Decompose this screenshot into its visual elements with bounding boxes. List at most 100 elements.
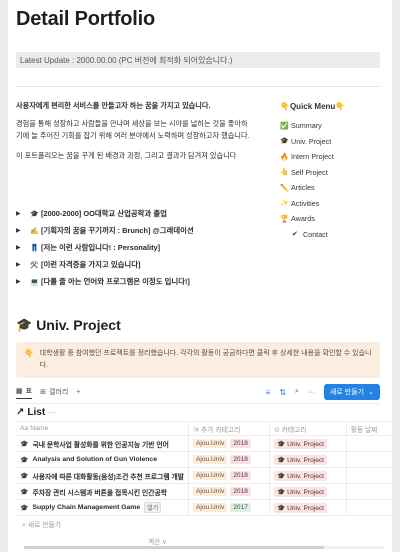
row-title[interactable]: Analysis and Solution of Gun Violence <box>32 456 157 463</box>
tag-univ: Ajou.Univ <box>193 487 228 496</box>
more-icon[interactable]: ··· <box>48 408 56 417</box>
document-page: Detail Portfolio Latest Update : 2000.00… <box>8 0 392 552</box>
fire-icon: 🔥 <box>280 153 289 161</box>
tab-table[interactable]: ▦ 표 <box>16 386 33 399</box>
menu-item-label[interactable]: Self Project <box>291 168 328 177</box>
check-icon: ✅ <box>280 122 289 130</box>
column-header-category[interactable]: ⊙ 카테고리 <box>269 421 347 436</box>
category-tag: 🎓 Univ. Project <box>274 502 327 513</box>
list-header: ↗ List ··· <box>16 407 56 418</box>
triangle-right-icon[interactable]: ▶ <box>16 227 26 234</box>
triangle-right-icon[interactable]: ▶ <box>16 244 26 251</box>
tag-univ: Ajou.Univ <box>193 503 228 512</box>
new-button[interactable]: 새로 만들기 ⌄ <box>323 384 380 400</box>
graduation-cap-icon: 🎓 <box>20 472 29 480</box>
sort-icon[interactable]: ⇅ <box>279 388 286 397</box>
menu-item-activities[interactable]: ✨ Activities <box>280 196 380 212</box>
section-title: Univ. Project <box>36 317 121 333</box>
column-header-extra-category[interactable]: ⁝≡ 추가 카테고리 <box>188 421 270 436</box>
menu-item-label[interactable]: Awards <box>291 214 315 223</box>
filter-icon[interactable]: ≡ <box>266 388 271 397</box>
writing-hand-icon: ✍️ <box>30 227 39 235</box>
callout: 👇 대학생활 중 참여했던 프로젝트를 정리했습니다. 각각의 활동이 궁금하다… <box>16 342 380 378</box>
toggle-education[interactable]: ▶ 🎓 [2000-2000] OO대학교 산업공학과 졸업 <box>16 205 266 222</box>
gallery-icon: ⊞ <box>40 389 46 396</box>
table-row[interactable]: 🎓 Supply Chain Management Game 열기 Ajou.Uni… <box>16 499 392 516</box>
menu-item-intern-project[interactable]: 🔥 Intern Project <box>280 149 380 165</box>
table-row[interactable]: 🎓 사용자에 따른 대화활동(음성)조건 추천 프로그램 개발 Ajou.Univ… <box>16 467 392 484</box>
menu-item-contact[interactable]: ✔ Contact <box>280 227 380 243</box>
pencil-icon: ✏️ <box>280 184 289 192</box>
category-label: Univ. Project <box>287 456 324 464</box>
date-cell[interactable] <box>345 499 392 516</box>
column-header-name[interactable]: Aa Name <box>16 421 189 436</box>
toggle-label: [기획자의 꿈을 꾸기까지 : Brunch] @그래데이션 <box>41 226 194 235</box>
tab-gallery[interactable]: ⊞ 갤러리 <box>40 387 68 397</box>
chevron-down-icon[interactable]: ⌄ <box>368 388 374 396</box>
row-title[interactable]: Supply Chain Management Game <box>32 504 140 511</box>
graduation-cap-icon: 🎓 <box>30 210 39 218</box>
menu-item-label[interactable]: Articles <box>291 183 315 192</box>
table-row[interactable]: 🎓 국내 문학사업 활성화를 위한 인공지능 기반 언어 Ajou.Univ 201… <box>16 435 392 452</box>
menu-item-label[interactable]: Summary <box>291 121 322 130</box>
new-button-label: 새로 만들기 <box>329 389 365 396</box>
date-cell[interactable] <box>345 483 392 500</box>
menu-item-self-project[interactable]: 👆 Self Project <box>280 165 380 181</box>
jeans-icon: 👖 <box>30 244 39 252</box>
triangle-right-icon[interactable]: ▶ <box>16 278 26 285</box>
scrollbar-thumb[interactable] <box>24 546 324 549</box>
column-header-date[interactable]: 활동 날짜 <box>345 421 392 436</box>
category-label: Univ. Project <box>287 488 324 496</box>
open-button[interactable]: 열기 <box>144 502 162 513</box>
row-name[interactable]: 🎓 주차장 관리 시스템과 버튼을 접목시킨 인간공학 <box>20 487 184 497</box>
row-name[interactable]: 🎓 사용자에 따른 대화활동(음성)조건 추천 프로그램 개발 <box>20 471 184 481</box>
menu-item-label[interactable]: Contact <box>303 230 328 239</box>
section-heading: 🎓 Univ. Project <box>16 317 121 333</box>
toggle-personality[interactable]: ▶ 👖 [저는 이런 사람입니다! : Personality] <box>16 239 266 256</box>
horizontal-scrollbar[interactable] <box>24 546 384 549</box>
tag-year: 2018 <box>230 439 251 448</box>
category-tag: 🎓 Univ. Project <box>274 454 327 465</box>
row-name[interactable]: 🎓 Analysis and Solution of Gun Violence <box>20 456 184 464</box>
toggle-list: ▶ 🎓 [2000-2000] OO대학교 산업공학과 졸업 ▶ ✍️ [기획자… <box>16 205 266 290</box>
toggle-certificates[interactable]: ▶ ⚒️ [이런 자격증을 가지고 있습니다] <box>16 256 266 273</box>
triangle-right-icon[interactable]: ▶ <box>16 210 26 217</box>
quick-menu: 👇Quick Menu👇 ✅ Summary 🎓 Univ. Project 🔥… <box>280 102 380 242</box>
tag-year: 2018 <box>230 471 251 480</box>
hammer-pick-icon: ⚒️ <box>30 261 39 269</box>
graduation-cap-icon: 🎓 <box>20 456 29 464</box>
tab-label: 갤러리 <box>48 389 69 396</box>
menu-item-articles[interactable]: ✏️ Articles <box>280 180 380 196</box>
category-tag: 🎓 Univ. Project <box>274 486 327 497</box>
database-tools: ≡ ⇅ ⌕ ··· 새로 만들기 ⌄ <box>266 384 380 400</box>
graduation-cap-icon: 🎓 <box>16 317 33 332</box>
add-view-button[interactable]: + <box>76 389 80 396</box>
date-cell[interactable] <box>345 467 392 484</box>
menu-item-label[interactable]: Intern Project <box>291 152 334 161</box>
menu-item-univ-project[interactable]: 🎓 Univ. Project <box>280 134 380 150</box>
row-title[interactable]: 주차장 관리 시스템과 버튼을 접목시킨 인간공학 <box>32 487 167 497</box>
row-name[interactable]: 🎓 국내 문학사업 활성화를 위한 인공지능 기반 언어 <box>20 439 184 449</box>
category-label: Univ. Project <box>287 504 324 512</box>
intro-text: 사용자에게 편리한 서비스를 만들고자 하는 꿈을 가지고 있습니다. 경험을 … <box>16 100 254 170</box>
toggle-brunch[interactable]: ▶ ✍️ [기획자의 꿈을 꾸기까지 : Brunch] @그래데이션 <box>16 222 266 239</box>
row-name[interactable]: 🎓 Supply Chain Management Game 열기 <box>20 502 184 513</box>
update-banner: Latest Update : 2000.00.00 (PC 버전에 최적화 되… <box>16 52 380 68</box>
search-icon[interactable]: ⌕ <box>295 388 299 396</box>
menu-item-summary[interactable]: ✅ Summary <box>280 118 380 134</box>
table-row[interactable]: 🎓 Analysis and Solution of Gun Violence A… <box>16 451 392 468</box>
menu-item-label[interactable]: Activities <box>291 199 319 208</box>
row-title[interactable]: 국내 문학사업 활성화를 위한 인공지능 기반 언어 <box>32 439 168 449</box>
add-row-button[interactable]: + 새로 만들기 <box>22 519 61 529</box>
database-table: Aa Name ⁝≡ 추가 카테고리 ⊙ 카테고리 활동 날짜 🎓 국내 문학사업… <box>16 421 392 516</box>
more-icon[interactable]: ··· <box>308 389 315 396</box>
date-cell[interactable] <box>345 435 392 452</box>
menu-item-awards[interactable]: 🏆 Awards <box>280 211 380 227</box>
triangle-right-icon[interactable]: ▶ <box>16 261 26 268</box>
calculate-dropdown[interactable]: 계산 ∨ <box>148 536 167 546</box>
menu-item-label[interactable]: Univ. Project <box>291 137 331 146</box>
toggle-skills[interactable]: ▶ 💻 [다룰 줄 아는 언어와 프로그램은 이정도 입니다!] <box>16 273 266 290</box>
row-title[interactable]: 사용자에 따른 대화활동(음성)조건 추천 프로그램 개발 <box>32 471 184 481</box>
date-cell[interactable] <box>345 451 392 468</box>
table-row[interactable]: 🎓 주차장 관리 시스템과 버튼을 접목시킨 인간공학 Ajou.Univ 2018… <box>16 483 392 500</box>
